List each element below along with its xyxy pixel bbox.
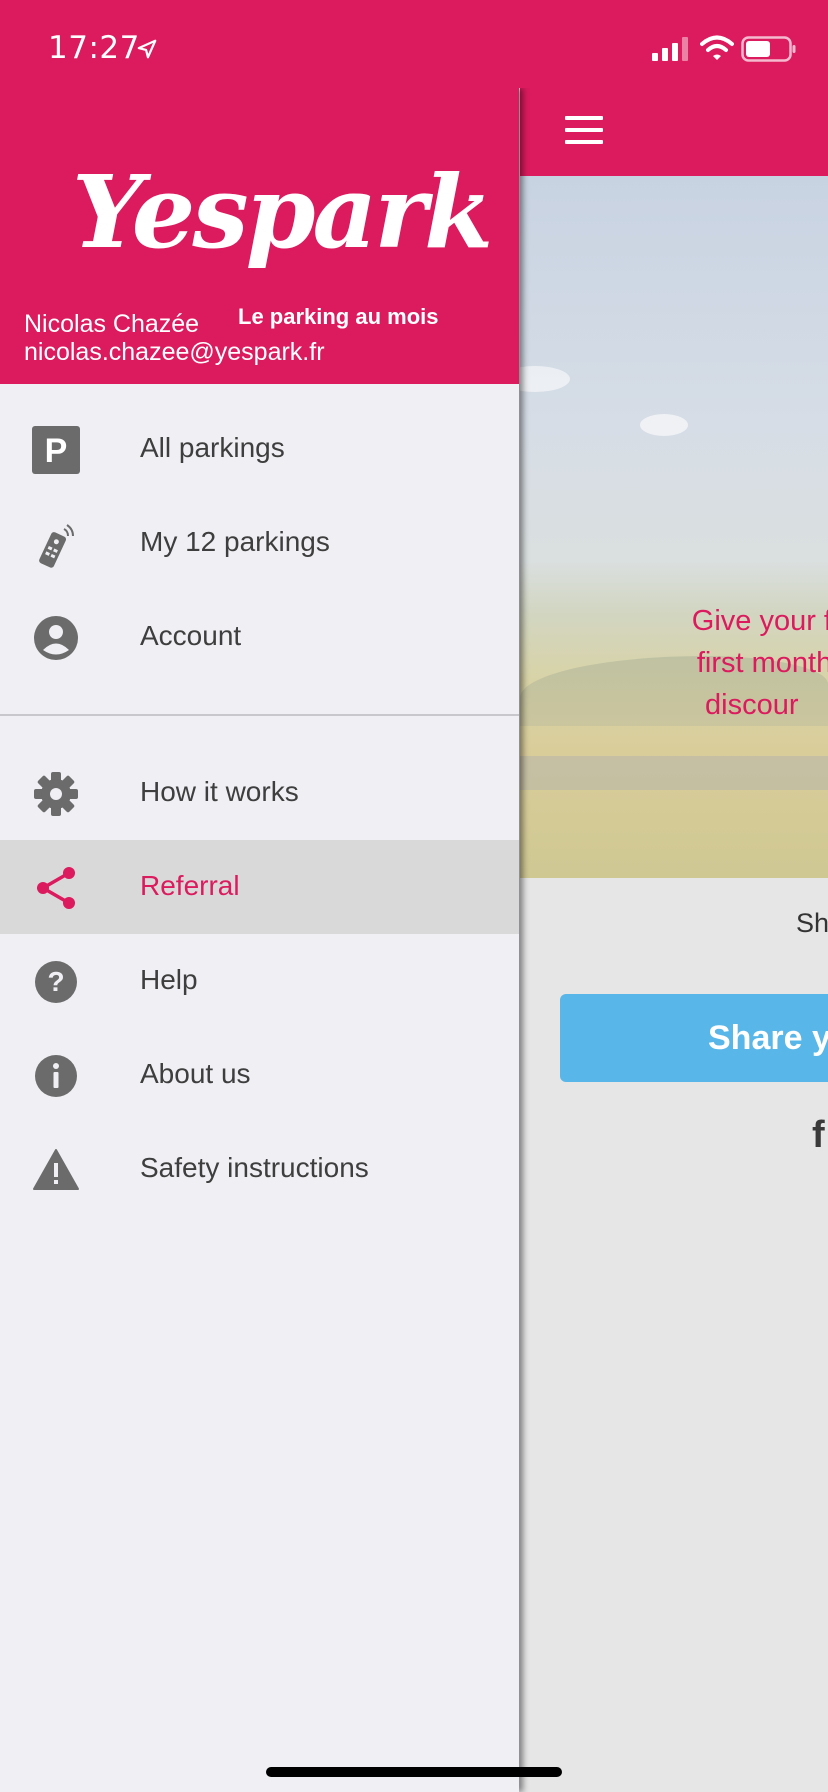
menu-item-my-parkings[interactable]: My 12 parkings <box>0 496 519 590</box>
drawer-menu: P All parkings My 12 parkings Account Ho… <box>0 384 519 1216</box>
menu-item-label: Safety instructions <box>140 1152 369 1183</box>
parking-icon: P <box>32 426 80 474</box>
logo-text: Yespark <box>72 153 493 271</box>
share-icon <box>37 867 75 909</box>
account-icon <box>34 616 78 660</box>
menu-item-label: My 12 parkings <box>140 526 330 557</box>
status-time: 17:27 <box>48 30 140 66</box>
svg-text:?: ? <box>47 966 64 997</box>
menu-item-account[interactable]: Account <box>0 590 519 684</box>
menu-item-all-parkings[interactable]: P All parkings <box>0 402 519 496</box>
cellular-signal-icon <box>652 37 688 61</box>
warning-icon <box>33 1149 79 1190</box>
hero-text: first monthly <box>645 642 828 684</box>
hero-line: discour <box>705 689 799 721</box>
home-indicator[interactable] <box>266 1767 562 1777</box>
hero-text: Give your frie <box>648 600 828 642</box>
menu-item-how-it-works[interactable]: How it works <box>0 746 519 840</box>
facebook-icon[interactable]: f <box>812 1114 825 1157</box>
info-icon <box>35 1055 77 1097</box>
menu-item-label: Help <box>140 964 198 995</box>
battery-icon <box>741 36 796 62</box>
hero-line: first monthly <box>696 647 828 679</box>
menu-item-about-us[interactable]: About us <box>0 1028 519 1122</box>
share-caption: Sh <box>796 908 828 938</box>
gear-icon <box>34 772 78 816</box>
menu-item-label: About us <box>140 1058 251 1089</box>
location-arrow-icon <box>137 39 157 59</box>
hero-line: Give your frie <box>691 605 828 637</box>
menu-item-safety-instructions[interactable]: Safety instructions <box>0 1122 519 1216</box>
user-email: nicolas.chazee@yespark.fr <box>24 338 325 366</box>
menu-item-label: How it works <box>140 776 299 807</box>
page-header <box>520 88 828 176</box>
menu-item-label: All parkings <box>140 432 285 463</box>
hero-image: Give your frie first monthly discour <box>520 176 828 878</box>
menu-item-referral[interactable]: Referral <box>0 840 519 934</box>
side-drawer: Yespark Le parking au mois Nicolas Chazé… <box>0 88 519 1792</box>
menu-item-label: Referral <box>140 870 240 901</box>
menu-item-label: Account <box>140 620 242 651</box>
hero-text: discour <box>705 684 828 726</box>
logo-tagline: Le parking au mois <box>238 304 439 329</box>
remote-icon <box>39 524 74 568</box>
share-button[interactable]: Share y <box>560 994 828 1082</box>
yespark-logo: Yespark Le parking au mois <box>72 132 493 329</box>
menu-item-help[interactable]: ? Help <box>0 934 519 1028</box>
menu-divider <box>0 714 519 716</box>
drawer-header: Yespark Le parking au mois Nicolas Chazé… <box>0 88 519 384</box>
menu-hamburger-icon[interactable] <box>565 116 603 146</box>
referral-page: Give your frie first monthly discour Sh … <box>520 88 828 1792</box>
help-icon: ? <box>35 961 77 1003</box>
status-bar: 17:27 <box>0 0 828 88</box>
wifi-icon <box>700 35 734 60</box>
user-name: Nicolas Chazée <box>24 310 200 338</box>
svg-text:P: P <box>45 432 68 470</box>
